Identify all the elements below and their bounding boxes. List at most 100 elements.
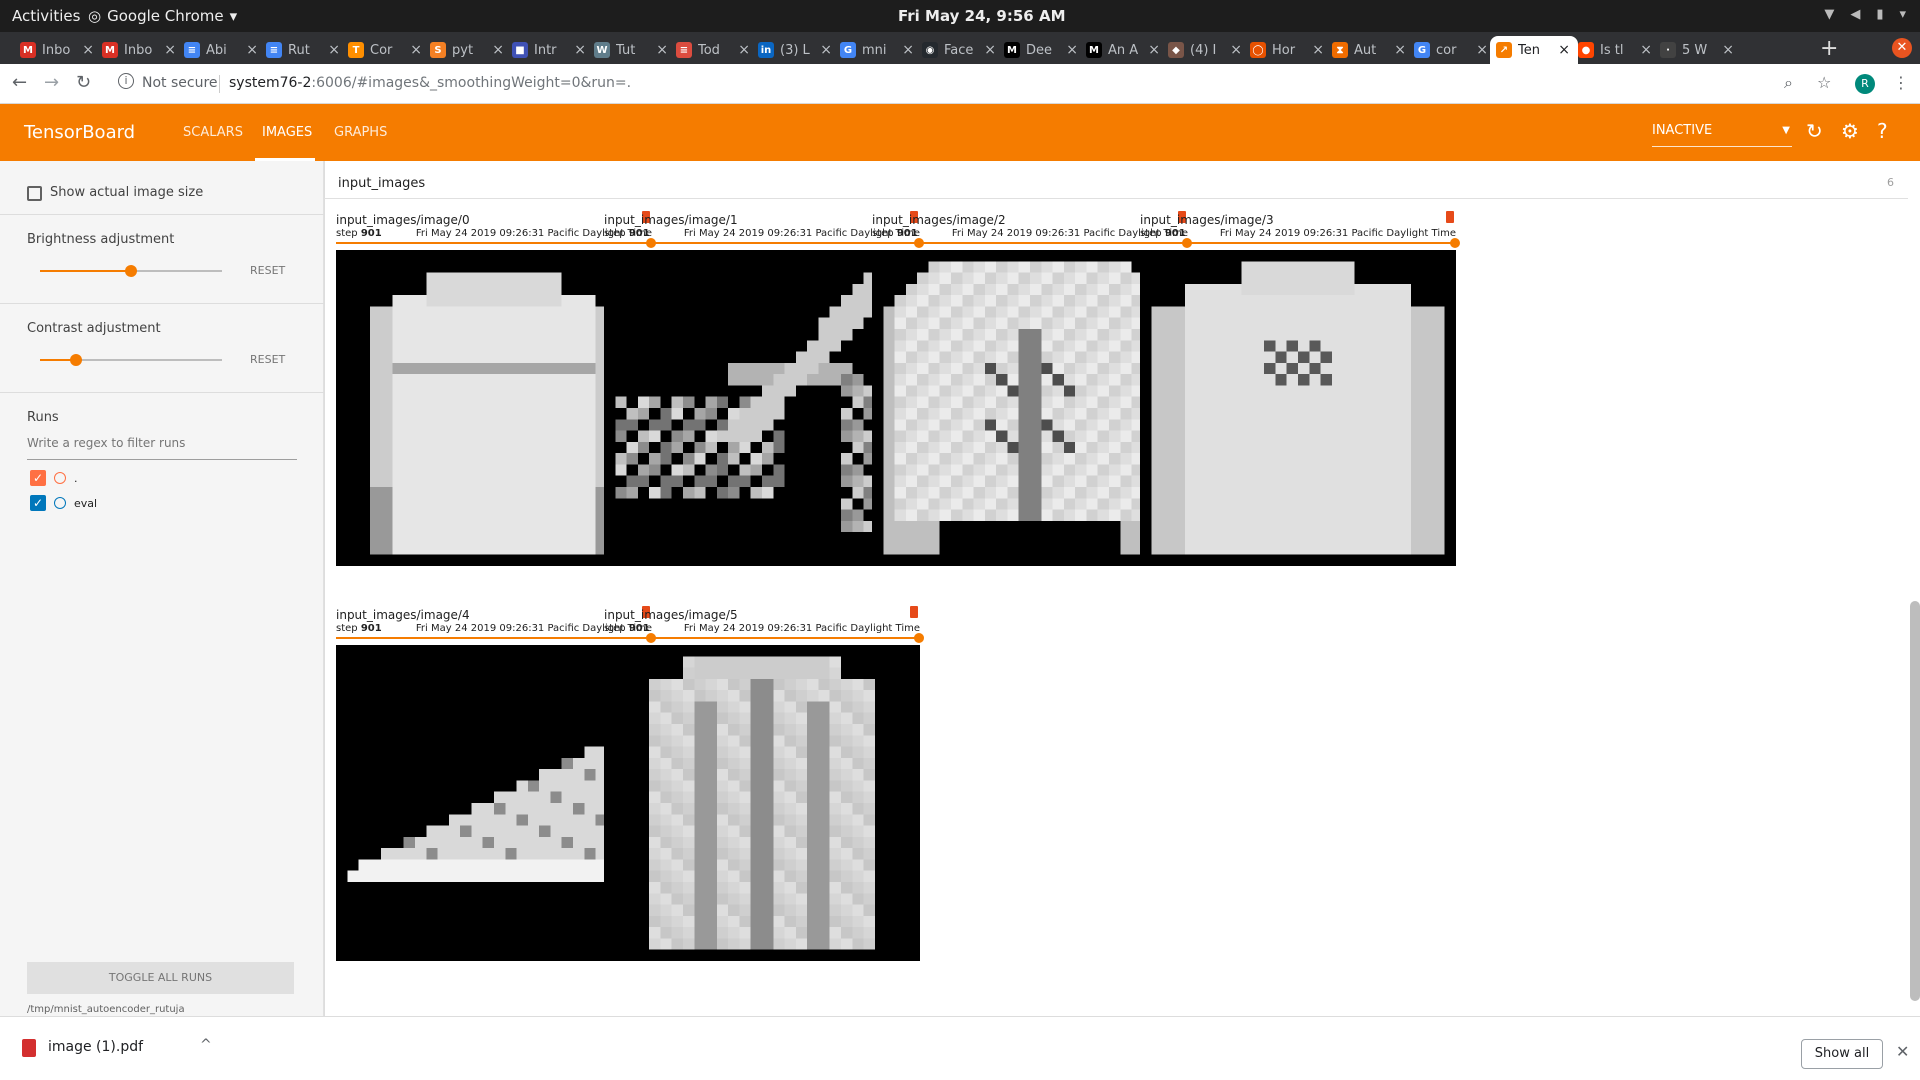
run-checkbox[interactable]: ✓ xyxy=(30,495,46,511)
browser-tab[interactable]: ≡ Rut × xyxy=(260,36,348,64)
browser-tab[interactable]: ≡ Tod × xyxy=(670,36,758,64)
system-tray[interactable]: ▼ ◀ ▮ ▾ xyxy=(1824,7,1906,22)
run-checkbox[interactable]: ✓ xyxy=(30,470,46,486)
forward-icon[interactable]: → xyxy=(44,72,59,93)
bookmark-star-icon[interactable]: ☆ xyxy=(1817,73,1831,92)
tab-title: An A xyxy=(1108,42,1139,58)
tab-close-icon[interactable]: × xyxy=(1558,42,1570,58)
app-menu[interactable]: ◎ Google Chrome ▾ xyxy=(88,7,237,25)
page-scrollbar[interactable] xyxy=(1910,601,1920,1001)
browser-tab[interactable]: ● Is tl × xyxy=(1572,36,1660,64)
brightness-slider-thumb[interactable] xyxy=(125,265,137,277)
image-card-image[interactable] xyxy=(1140,250,1456,566)
brightness-reset-button[interactable]: RESET xyxy=(250,264,285,277)
tab-close-icon[interactable]: × xyxy=(1476,42,1488,58)
browser-tab[interactable]: M Inbo × xyxy=(14,36,102,64)
tab-close-icon[interactable]: × xyxy=(902,42,914,58)
new-tab-button[interactable]: + xyxy=(1820,36,1838,61)
zoom-icon[interactable]: ⌕ xyxy=(1784,73,1793,93)
system-clock[interactable]: Fri May 24, 9:56 AM xyxy=(898,7,1066,25)
browser-tab[interactable]: M Inbo × xyxy=(96,36,184,64)
tab-close-icon[interactable]: × xyxy=(574,42,586,58)
step-slider-track[interactable] xyxy=(1140,242,1456,244)
contrast-slider-thumb[interactable] xyxy=(70,354,83,366)
tab-close-icon[interactable]: × xyxy=(1640,42,1652,58)
browser-tab[interactable]: ≡ Abi × xyxy=(178,36,266,64)
browser-tab[interactable]: W Tut × xyxy=(588,36,676,64)
run-item-eval[interactable]: ✓ eval xyxy=(30,495,97,511)
image-card-image[interactable] xyxy=(604,645,920,961)
help-icon[interactable]: ? xyxy=(1877,119,1888,143)
tab-close-icon[interactable]: × xyxy=(82,42,94,58)
step-slider-thumb[interactable] xyxy=(1450,238,1460,248)
show-all-downloads-button[interactable]: Show all xyxy=(1801,1039,1883,1069)
tab-close-icon[interactable]: × xyxy=(984,42,996,58)
browser-tab[interactable]: ⧗ Aut × xyxy=(1326,36,1414,64)
step-value: 901 xyxy=(360,623,382,634)
tab-close-icon[interactable]: × xyxy=(1148,42,1160,58)
tab-close-icon[interactable]: × xyxy=(246,42,258,58)
tab-close-icon[interactable]: × xyxy=(1230,42,1242,58)
tab-graphs[interactable]: GRAPHS xyxy=(334,125,387,140)
contrast-slider[interactable] xyxy=(40,354,222,366)
tensorboard-logo-title[interactable]: TensorBoard xyxy=(24,122,135,143)
tab-close-icon[interactable]: × xyxy=(164,42,176,58)
run-color-swatch[interactable] xyxy=(54,472,66,484)
back-icon[interactable]: ← xyxy=(12,72,27,93)
download-icon[interactable] xyxy=(1446,211,1454,223)
reload-icon[interactable]: ↻ xyxy=(76,72,91,93)
window-close-button[interactable]: ✕ xyxy=(1892,38,1912,58)
browser-tab[interactable]: M An A × xyxy=(1080,36,1168,64)
contrast-reset-button[interactable]: RESET xyxy=(250,353,285,366)
chevron-up-icon[interactable]: ^ xyxy=(200,1037,212,1053)
download-item[interactable]: image (1).pdf xyxy=(48,1039,143,1055)
settings-gear-icon[interactable]: ⚙ xyxy=(1841,119,1859,143)
show-actual-size-checkbox[interactable] xyxy=(27,186,42,201)
reload-mode-value: INACTIVE xyxy=(1652,123,1713,138)
browser-tab[interactable]: in (3) L × xyxy=(752,36,840,64)
refresh-icon[interactable]: ↻ xyxy=(1806,119,1823,143)
tab-close-icon[interactable]: × xyxy=(656,42,668,58)
browser-tab[interactable]: Gcor × xyxy=(1408,36,1496,64)
security-indicator[interactable]: Not secure xyxy=(142,75,218,91)
close-icon[interactable]: ✕ xyxy=(1896,1042,1909,1061)
step-label: step xyxy=(336,623,358,634)
run-color-swatch[interactable] xyxy=(54,497,66,509)
reload-mode-select[interactable]: INACTIVE ▼ xyxy=(1652,123,1792,147)
runs-filter-input[interactable]: Write a regex to filter runs xyxy=(27,436,297,460)
tab-close-icon[interactable]: × xyxy=(328,42,340,58)
run-item-dot[interactable]: ✓ . xyxy=(30,470,78,486)
tab-images[interactable]: IMAGES xyxy=(262,125,312,140)
activities-button[interactable]: Activities xyxy=(12,7,80,25)
brightness-slider[interactable] xyxy=(40,265,222,277)
tab-close-icon[interactable]: × xyxy=(492,42,504,58)
browser-tab[interactable]: ↗ Ten × xyxy=(1490,36,1578,64)
chrome-menu-icon[interactable]: ⋮ xyxy=(1893,73,1909,92)
tab-scalars[interactable]: SCALARS xyxy=(183,125,243,140)
browser-tab[interactable]: Spyt × xyxy=(424,36,512,64)
tab-close-icon[interactable]: × xyxy=(820,42,832,58)
step-slider-thumb[interactable] xyxy=(914,633,924,643)
browser-tab[interactable]: T Cor × xyxy=(342,36,430,64)
images-dashboard: input_images 6 input_images/image/0 step … xyxy=(324,161,1920,1016)
site-info-icon[interactable]: i xyxy=(118,73,134,89)
tab-close-icon[interactable]: × xyxy=(1394,42,1406,58)
browser-tab[interactable]: Gmni × xyxy=(834,36,922,64)
browser-tab[interactable]: ◉ Face × xyxy=(916,36,1004,64)
profile-avatar[interactable]: R xyxy=(1855,74,1875,94)
tab-close-icon[interactable]: × xyxy=(1312,42,1324,58)
browser-tab[interactable]: · 5 W × xyxy=(1654,36,1742,64)
address-bar[interactable]: system76-2:6006/#images&_smoothingWeight… xyxy=(229,75,631,91)
tab-close-icon[interactable]: × xyxy=(1722,42,1734,58)
browser-tab[interactable]: ■ Intr × xyxy=(506,36,594,64)
download-icon[interactable] xyxy=(910,606,918,618)
browser-tab[interactable]: ◯ Hor × xyxy=(1244,36,1332,64)
browser-tab[interactable]: ◆ (4) I × xyxy=(1162,36,1250,64)
toggle-all-runs-button[interactable]: TOGGLE ALL RUNS xyxy=(27,962,294,994)
browser-tab[interactable]: M Dee × xyxy=(998,36,1086,64)
step-slider-track[interactable] xyxy=(604,637,920,639)
tab-close-icon[interactable]: × xyxy=(1066,42,1078,58)
tab-close-icon[interactable]: × xyxy=(410,42,422,58)
tab-close-icon[interactable]: × xyxy=(738,42,750,58)
category-header[interactable]: input_images 6 xyxy=(324,169,1908,199)
